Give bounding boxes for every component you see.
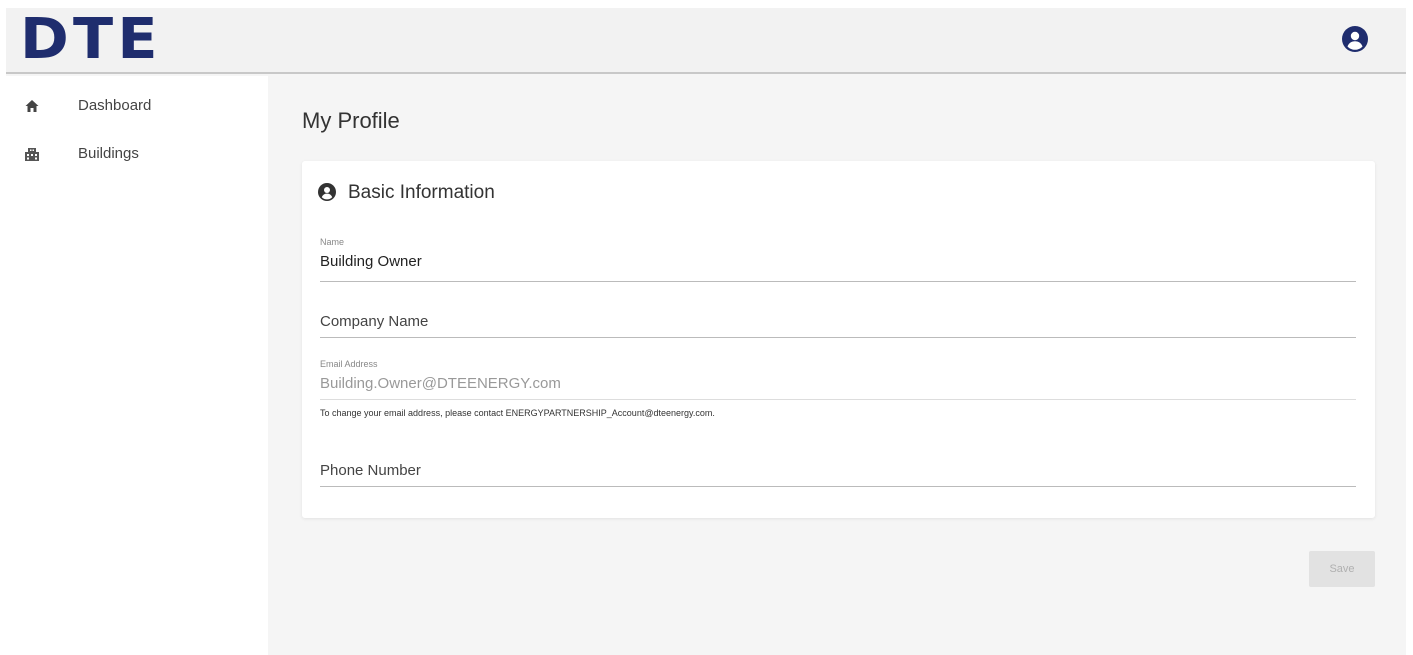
phone-number-underline [320, 486, 1356, 487]
name-field[interactable]: Name Building Owner [320, 237, 1356, 282]
app-frame: DTE Dashboard Buildings My Profile Basic… [6, 8, 1406, 655]
company-name-field[interactable]: Company Name [320, 313, 1356, 338]
email-field-value: Building.Owner@DTEENERGY.com [320, 375, 561, 392]
sidebar: Dashboard Buildings [6, 76, 268, 655]
email-field-label: Email Address [320, 359, 378, 369]
save-button[interactable]: Save [1309, 551, 1375, 587]
phone-number-placeholder: Phone Number [320, 462, 421, 479]
page-title: My Profile [302, 108, 400, 133]
name-field-underline [320, 281, 1356, 282]
account-circle-icon [318, 183, 336, 201]
card-title: Basic Information [348, 182, 495, 203]
company-name-placeholder: Company Name [320, 313, 429, 330]
sidebar-item-buildings[interactable]: Buildings [6, 136, 268, 172]
name-field-label: Name [320, 237, 345, 247]
name-field-value: Building Owner [320, 253, 422, 270]
top-bar: DTE [6, 8, 1406, 74]
sidebar-item-label: Buildings [78, 145, 139, 162]
account-circle-icon [1347, 31, 1363, 50]
email-address-field: Email Address Building.Owner@DTEENERGY.c… [320, 359, 1356, 400]
dte-logo[interactable]: DTE [20, 12, 162, 68]
basic-information-card: Basic Information Name Building Owner Co… [302, 161, 1375, 518]
company-name-underline [320, 337, 1356, 338]
email-helper-text: To change your email address, please con… [320, 408, 715, 418]
sidebar-item-dashboard[interactable]: Dashboard [6, 88, 268, 124]
phone-number-field[interactable]: Phone Number [320, 462, 1356, 487]
buildings-icon [24, 146, 40, 162]
account-button[interactable] [1342, 26, 1368, 52]
email-field-underline [320, 399, 1356, 400]
home-icon [24, 98, 40, 114]
sidebar-item-label: Dashboard [78, 97, 152, 114]
